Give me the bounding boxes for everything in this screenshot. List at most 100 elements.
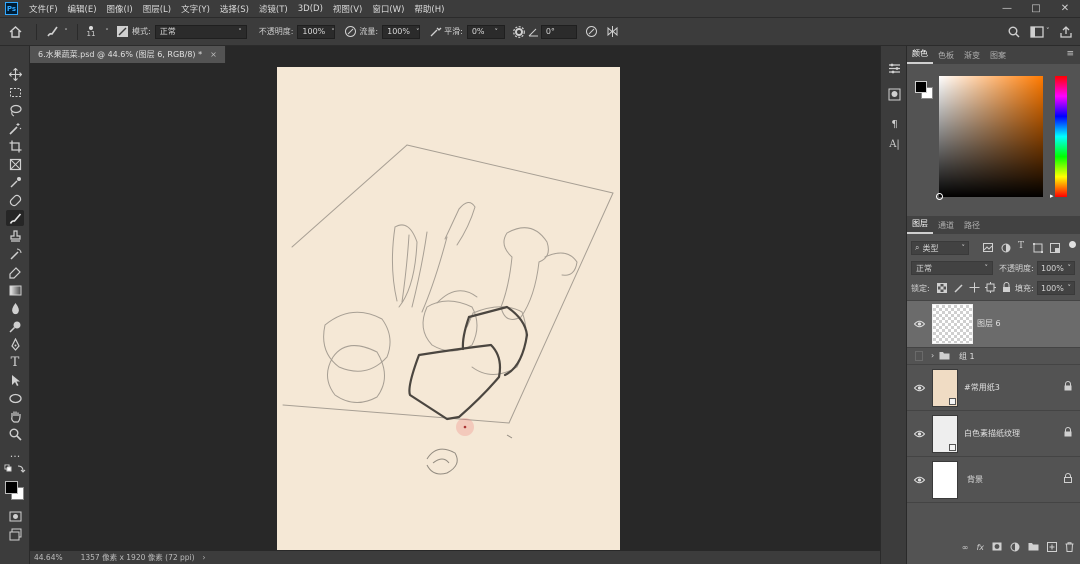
brush-tool-preset-icon[interactable]: [43, 25, 61, 38]
quick-mask-icon[interactable]: [6, 508, 24, 524]
angle-input[interactable]: 0°: [540, 24, 577, 39]
brush-size-picker[interactable]: 11: [84, 25, 98, 38]
close-tab-icon[interactable]: ×: [210, 50, 217, 59]
canvas-paper[interactable]: [277, 67, 620, 550]
home-icon[interactable]: [0, 25, 30, 38]
character-icon[interactable]: A|: [886, 136, 903, 152]
opacity-input[interactable]: 100% ˅: [297, 24, 336, 39]
lock-pixels-icon[interactable]: [954, 282, 964, 296]
color-picker-handle[interactable]: [936, 193, 943, 200]
filter-smart-object-icon[interactable]: [1050, 243, 1060, 256]
lock-transparency-icon[interactable]: [937, 283, 947, 296]
paragraph-icon[interactable]: ¶: [886, 116, 903, 132]
visibility-eye-icon[interactable]: [913, 428, 925, 440]
fx-icon[interactable]: fx: [976, 543, 984, 552]
lasso-tool-icon[interactable]: [6, 102, 24, 118]
close-icon[interactable]: ✕: [1051, 0, 1079, 17]
menu-window[interactable]: 窗口(W): [367, 3, 409, 15]
visibility-eye-icon[interactable]: [913, 382, 925, 394]
type-tool-icon[interactable]: T: [6, 354, 24, 370]
tab-channels[interactable]: 通道: [933, 220, 959, 234]
mode-select[interactable]: 正常 ˅: [154, 24, 247, 39]
zoom-level[interactable]: 44.64%: [34, 553, 63, 562]
ellipse-tool-icon[interactable]: [6, 390, 24, 406]
pen-tool-icon[interactable]: [6, 336, 24, 352]
document-tab[interactable]: 6.水果蔬菜.psd @ 44.6% (图层 6, RGB/8) * ×: [30, 46, 226, 63]
chevron-right-icon[interactable]: ›: [931, 351, 934, 360]
layer-opacity-input[interactable]: 100% ˅: [1037, 261, 1075, 275]
filter-shape-icon[interactable]: [1033, 243, 1043, 256]
layer-row[interactable]: 白色素描纸纹理: [907, 411, 1080, 457]
smoothing-input[interactable]: 0% ˅: [466, 24, 505, 39]
share-icon[interactable]: [1060, 26, 1072, 38]
layer-name[interactable]: 组 1: [959, 351, 975, 362]
tab-patterns[interactable]: 图案: [985, 50, 1011, 64]
airbrush-icon[interactable]: [426, 25, 444, 38]
layer-name[interactable]: #常用纸3: [964, 382, 1000, 393]
new-group-icon[interactable]: [1028, 542, 1039, 553]
eyedropper-tool-icon[interactable]: [6, 174, 24, 190]
menu-3d[interactable]: 3D(D): [293, 4, 328, 14]
tab-swatches[interactable]: 色板: [933, 50, 959, 64]
chevron-down-icon[interactable]: ˅: [102, 28, 112, 36]
move-tool-icon[interactable]: [6, 66, 24, 82]
gear-icon[interactable]: [511, 25, 527, 38]
flow-input[interactable]: 100% ˅: [382, 24, 421, 39]
marquee-tool-icon[interactable]: [6, 84, 24, 100]
pressure-opacity-icon[interactable]: [341, 25, 359, 38]
layer-row[interactable]: 图层 6: [907, 301, 1080, 348]
properties-icon[interactable]: [886, 60, 903, 76]
visibility-eye-icon[interactable]: [913, 318, 925, 330]
search-icon[interactable]: [1008, 26, 1020, 38]
menu-filter[interactable]: 滤镜(T): [254, 3, 293, 15]
more-tools-icon[interactable]: ···: [6, 448, 24, 464]
new-layer-icon[interactable]: [1047, 541, 1057, 554]
color-swatches[interactable]: [5, 481, 25, 501]
healing-brush-tool-icon[interactable]: [6, 192, 24, 208]
lock-all-icon[interactable]: [1002, 282, 1011, 296]
tab-color[interactable]: 颜色: [907, 48, 933, 64]
visibility-eye-icon[interactable]: [913, 474, 925, 486]
magic-wand-tool-icon[interactable]: [6, 120, 24, 136]
layer-name[interactable]: 背景: [967, 474, 983, 485]
tab-paths[interactable]: 路径: [959, 220, 985, 234]
hue-slider-handle-icon[interactable]: ▸: [1050, 192, 1054, 200]
menu-edit[interactable]: 编辑(E): [63, 3, 102, 15]
filter-type-icon[interactable]: T: [1018, 241, 1024, 251]
blur-tool-icon[interactable]: [6, 300, 24, 316]
add-mask-icon[interactable]: [992, 542, 1002, 553]
lock-position-icon[interactable]: [969, 282, 980, 296]
minimize-icon[interactable]: —: [993, 0, 1021, 17]
layer-name[interactable]: 图层 6: [977, 318, 1001, 329]
layer-filter-select[interactable]: ⌕ 类型 ˅: [911, 241, 969, 255]
menu-image[interactable]: 图像(I): [102, 3, 138, 15]
tab-gradients[interactable]: 渐变: [959, 50, 985, 64]
menu-select[interactable]: 选择(S): [215, 3, 254, 15]
gradient-tool-icon[interactable]: [6, 282, 24, 298]
frame-tool-icon[interactable]: [6, 156, 24, 172]
pressure-size-icon[interactable]: [581, 25, 603, 38]
foreground-color-swatch[interactable]: [5, 481, 18, 494]
symmetry-icon[interactable]: [603, 25, 623, 38]
clone-stamp-tool-icon[interactable]: [6, 228, 24, 244]
canvas-area[interactable]: [30, 63, 880, 551]
menu-help[interactable]: 帮助(H): [409, 3, 449, 15]
layer-group-row[interactable]: › 组 1: [907, 348, 1080, 365]
workspace-icon[interactable]: [1030, 26, 1044, 38]
brush-settings-icon[interactable]: [112, 25, 132, 38]
panel-menu-icon[interactable]: ≡: [1066, 49, 1074, 59]
filter-image-icon[interactable]: [983, 243, 993, 255]
chevron-right-icon[interactable]: ›: [203, 553, 206, 562]
link-layers-icon[interactable]: ∞: [962, 543, 969, 552]
hue-slider[interactable]: ▸: [1050, 76, 1067, 200]
visibility-empty-box[interactable]: [915, 351, 923, 361]
default-colors-icon[interactable]: [4, 464, 26, 474]
eraser-tool-icon[interactable]: [6, 264, 24, 280]
maximize-icon[interactable]: □: [1022, 0, 1050, 17]
history-brush-tool-icon[interactable]: [6, 246, 24, 262]
dodge-tool-icon[interactable]: [6, 318, 24, 334]
screen-mode-icon[interactable]: [6, 526, 24, 542]
adjustment-layer-icon[interactable]: [1010, 542, 1020, 554]
filter-toggle-icon[interactable]: [1069, 241, 1076, 248]
layer-row[interactable]: 背景: [907, 457, 1080, 503]
